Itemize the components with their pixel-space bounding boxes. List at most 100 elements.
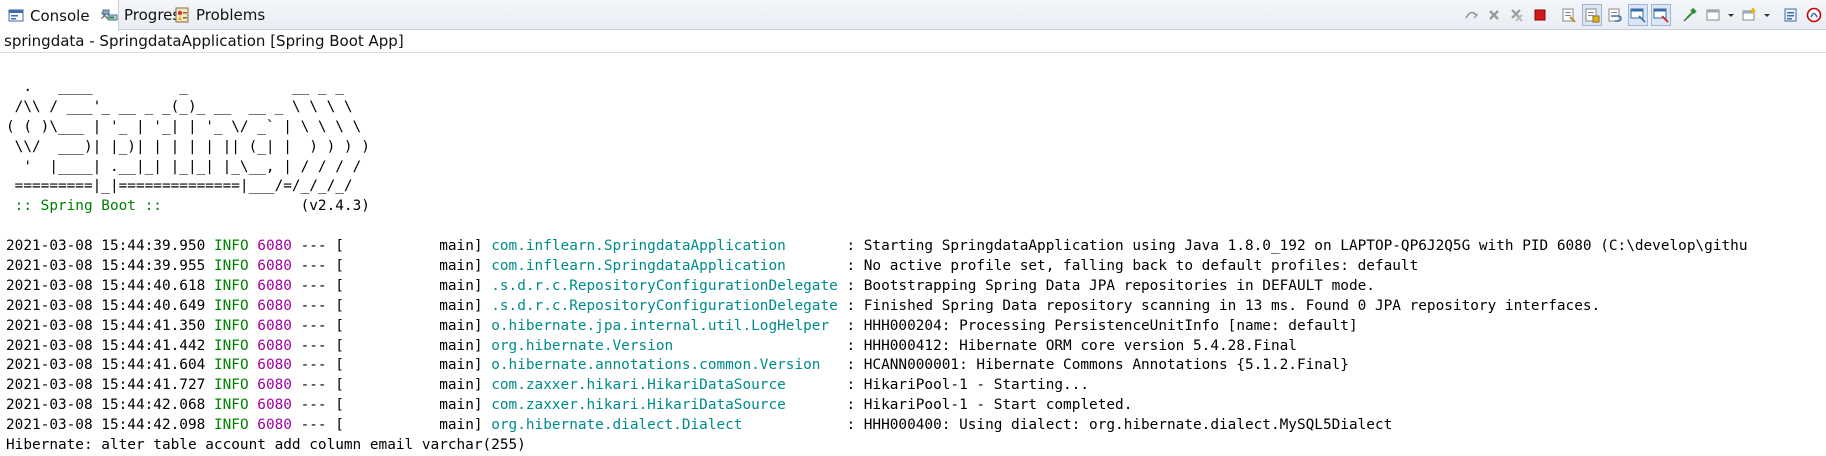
pin-console-icon[interactable] — [1461, 4, 1481, 26]
log-thread: main] — [343, 417, 483, 434]
log-thread-separator: --- [ — [291, 277, 344, 294]
log-pid: 6080 — [257, 377, 292, 394]
terminate-icon[interactable] — [1484, 4, 1504, 26]
log-thread-separator: --- [ — [291, 337, 344, 354]
console-output[interactable]: . ____ _ __ _ _ /\\ / ___'_ __ _ _(_)_ _… — [6, 78, 1748, 456]
log-message: : Bootstrapping Spring Data JPA reposito… — [837, 277, 1375, 294]
log-thread: main] — [343, 357, 483, 374]
log-thread-separator: --- [ — [291, 417, 344, 434]
divider — [0, 52, 1826, 53]
log-line: 2021-03-08 15:44:41.350 INFO 6080 --- [ … — [6, 317, 1748, 337]
log-level: INFO — [213, 377, 249, 394]
banner-line: . ____ _ __ _ _ — [6, 79, 344, 95]
open-console-icon[interactable] — [1739, 4, 1759, 26]
log-thread: main] — [343, 277, 483, 294]
log-message: : Finished Spring Data repository scanni… — [837, 297, 1601, 314]
remove-launch-icon[interactable] — [1507, 4, 1527, 26]
log-thread: main] — [343, 297, 483, 314]
log-thread: main] — [343, 238, 483, 255]
stop-icon[interactable] — [1530, 4, 1550, 26]
show-on-stderr-icon[interactable] — [1651, 4, 1671, 26]
log-logger: .s.d.r.c.RepositoryConfigurationDelegate — [491, 297, 838, 314]
log-level: INFO — [213, 258, 249, 275]
log-level: INFO — [213, 397, 249, 414]
display-selected-console-icon[interactable] — [1703, 4, 1723, 26]
log-timestamp: 2021-03-08 15:44:40.649 — [6, 297, 206, 314]
banner-line: ( ( )\___ | '_ | '_| | '_ \/ _` | \ \ \ … — [6, 118, 362, 135]
spring-boot-version: (v2.4.3) — [170, 198, 370, 215]
log-thread: main] — [343, 377, 483, 394]
log-level: INFO — [213, 277, 249, 294]
problems-icon — [174, 7, 190, 23]
log-pid: 6080 — [257, 238, 292, 255]
hibernate-sql-line: Hibernate: alter table account add colum… — [6, 437, 526, 454]
display-selected-console-dropdown-icon[interactable] — [1726, 4, 1736, 26]
log-message: : HHH000204: Processing PersistenceUnitI… — [837, 317, 1358, 334]
log-level: INFO — [213, 417, 249, 434]
log-line: 2021-03-08 15:44:41.727 INFO 6080 --- [ … — [6, 376, 1748, 396]
log-logger: .s.d.r.c.RepositoryConfigurationDelegate — [491, 277, 838, 294]
banner-line: ' |____| .__|_| |_|_| |_\__, | / / / / — [6, 158, 362, 175]
log-pid: 6080 — [257, 317, 292, 334]
view-menu-icon[interactable] — [1781, 4, 1801, 26]
show-on-stdout-icon[interactable] — [1628, 4, 1648, 26]
log-line: 2021-03-08 15:44:42.098 INFO 6080 --- [ … — [6, 416, 1748, 436]
log-line: 2021-03-08 15:44:39.950 INFO 6080 --- [ … — [6, 237, 1748, 257]
log-thread: main] — [343, 337, 483, 354]
log-logger: com.inflearn.SpringdataApplication — [491, 238, 838, 255]
log-message: : HikariPool-1 - Start completed. — [837, 397, 1133, 414]
log-timestamp: 2021-03-08 15:44:41.350 — [6, 317, 206, 334]
console-toolbar — [1461, 3, 1824, 27]
log-level: INFO — [213, 238, 249, 255]
log-thread-separator: --- [ — [291, 377, 344, 394]
log-message: : HHH000400: Using dialect: org.hibernat… — [837, 417, 1393, 434]
log-thread: main] — [343, 258, 483, 275]
log-thread-separator: --- [ — [291, 317, 344, 334]
log-level: INFO — [213, 297, 249, 314]
log-message: : HikariPool-1 - Starting... — [837, 377, 1090, 394]
log-timestamp: 2021-03-08 15:44:39.950 — [6, 238, 206, 255]
log-pid: 6080 — [257, 417, 292, 434]
tab-problems[interactable]: Problems — [166, 0, 273, 30]
spring-icon[interactable] — [1804, 4, 1824, 26]
launch-configuration-label: springdata - SpringdataApplication [Spri… — [4, 32, 404, 50]
log-pid: 6080 — [257, 297, 292, 314]
log-logger: com.zaxxer.hikari.HikariDataSource — [491, 397, 838, 414]
log-timestamp: 2021-03-08 15:44:41.604 — [6, 357, 206, 374]
progress-icon — [102, 7, 118, 23]
banner-line: =========|_|==============|___/=/_/_/_/ — [6, 178, 353, 195]
log-level: INFO — [213, 337, 249, 354]
clear-console-icon[interactable] — [1559, 4, 1579, 26]
open-console-dropdown-icon[interactable] — [1762, 4, 1772, 26]
log-timestamp: 2021-03-08 15:44:40.618 — [6, 277, 206, 294]
tab-problems-label: Problems — [196, 6, 266, 24]
log-logger: com.zaxxer.hikari.HikariDataSource — [491, 377, 838, 394]
spring-boot-version-line: :: Spring Boot :: (v2.4.3) — [6, 197, 1748, 217]
log-thread-separator: --- [ — [291, 297, 344, 314]
log-line: 2021-03-08 15:44:40.618 INFO 6080 --- [ … — [6, 277, 1748, 297]
scroll-lock-icon[interactable] — [1582, 4, 1602, 26]
pin-icon[interactable] — [1680, 4, 1700, 26]
log-logger: o.hibernate.annotations.common.Version — [491, 357, 838, 374]
log-timestamp: 2021-03-08 15:44:42.098 — [6, 417, 206, 434]
log-pid: 6080 — [257, 337, 292, 354]
log-pid: 6080 — [257, 258, 292, 275]
log-level: INFO — [213, 317, 249, 334]
word-wrap-icon[interactable] — [1605, 4, 1625, 26]
log-pid: 6080 — [257, 357, 292, 374]
log-thread: main] — [343, 317, 483, 334]
log-timestamp: 2021-03-08 15:44:39.955 — [6, 258, 206, 275]
log-thread-separator: --- [ — [291, 357, 344, 374]
log-message: : No active profile set, falling back to… — [837, 258, 1419, 275]
log-message: : HHH000412: Hibernate ORM core version … — [837, 337, 1297, 354]
log-line: 2021-03-08 15:44:39.955 INFO 6080 --- [ … — [6, 257, 1748, 277]
log-logger: org.hibernate.Version — [491, 337, 838, 354]
view-tab-bar: Console ✕ Progress Problems — [0, 0, 1826, 31]
log-level: INFO — [213, 357, 249, 374]
log-thread-separator: --- [ — [291, 397, 344, 414]
log-line: 2021-03-08 15:44:41.604 INFO 6080 --- [ … — [6, 356, 1748, 376]
console-icon — [8, 8, 24, 24]
log-pid: 6080 — [257, 277, 292, 294]
tab-console-label: Console — [30, 6, 90, 25]
log-message: : Starting SpringdataApplication using J… — [837, 238, 1748, 255]
